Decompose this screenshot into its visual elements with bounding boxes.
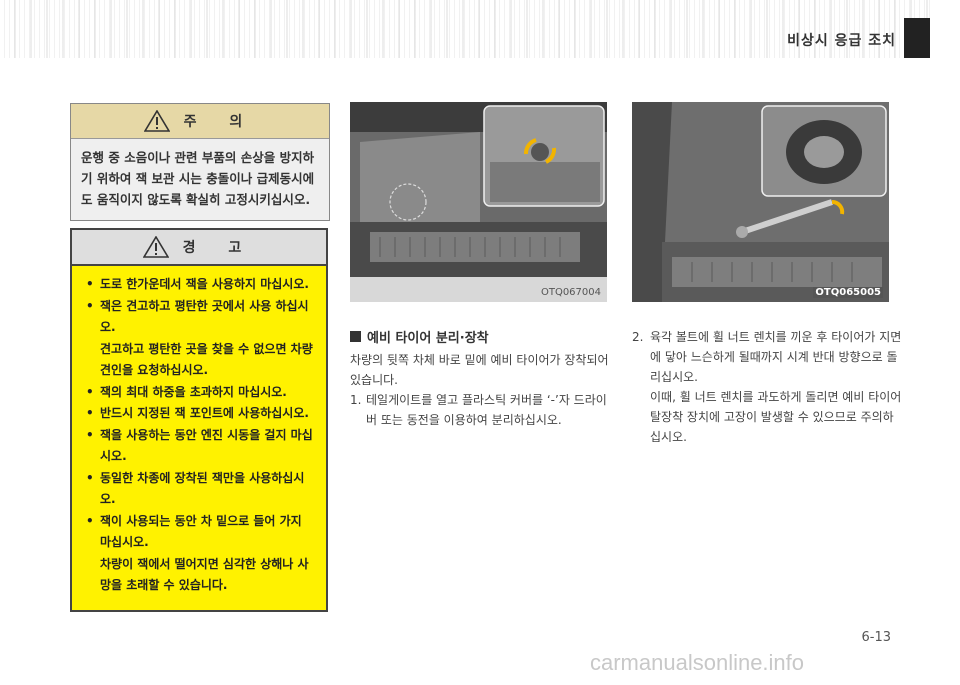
figure-code: OTQ067004 [540, 287, 601, 298]
step-number: 2. [632, 330, 644, 344]
warning-item: • 도로 한가운데서 잭을 사용하지 마십시오. [86, 277, 309, 291]
warning-triangle-icon [142, 236, 169, 258]
section-title: 예비 타이어 분리·장착 [367, 331, 489, 346]
figure-trunk-cover: OTQ067004 [350, 102, 607, 302]
warning-triangle-icon [143, 110, 170, 132]
spare-tire-illustration [632, 102, 889, 302]
warning-item: • 반드시 지정된 잭 포인트에 사용하십시오. [86, 406, 309, 420]
caution-box: 주 의 운행 중 소음이나 관련 부품의 손상을 방지하기 위하여 잭 보관 시… [70, 103, 330, 221]
figure-spare-tire: OTQ065005 [632, 102, 889, 302]
chapter-tab [904, 18, 930, 58]
warning-item: • 동일한 차종에 장착된 잭만을 사용하십시오. [86, 470, 305, 507]
caution-text: 운행 중 소음이나 관련 부품의 손상을 방지하기 위하여 잭 보관 시는 충돌… [81, 150, 315, 207]
square-bullet-icon [350, 331, 361, 342]
trunk-illustration [350, 102, 607, 302]
chapter-title: 비상시 응급 조치 [787, 33, 896, 49]
header-band: 비상시 응급 조치 [0, 0, 960, 58]
step-number: 1. [350, 393, 362, 407]
warning-header: 경 고 [72, 230, 326, 266]
warning-item: • 잭의 최대 하중을 초과하지 마십시오. [86, 384, 287, 399]
page-number: 6-13 [861, 630, 891, 645]
caution-title: 주 의 [183, 114, 257, 130]
caution-header: 주 의 [71, 104, 329, 139]
warning-item: • 잭은 견고하고 평탄한 곳에서 사용 하십시오. 견고하고 평탄한 곳을 찾을 … [86, 296, 316, 382]
figure-code: OTQ065005 [813, 287, 883, 298]
section-heading: 예비 타이어 분리·장착 [350, 327, 489, 346]
watermark: carmanualsonline.info [590, 650, 805, 675]
step-text: 육각 볼트에 휠 너트 렌치를 끼운 후 타이어가 지면에 닿아 느슨하게 될때… [650, 330, 902, 384]
step-text: 테일게이트를 열고 플라스틱 커버를 ‘-’자 드라이버 또는 동전을 이용하여… [366, 393, 607, 427]
warning-list: • 도로 한가운데서 잭을 사용하지 마십시오. • 잭은 견고하고 평탄한 곳에서… [72, 266, 326, 597]
warning-box: 경 고 • 도로 한가운데서 잭을 사용하지 마십시오. • 잭은 견고하고 평탄한… [70, 228, 328, 612]
step-2: 2. 육각 볼트에 휠 너트 렌치를 끼운 후 타이어가 지면에 닿아 느슨하게… [632, 327, 902, 447]
warning-item: • 잭을 사용하는 동안 엔진 시동을 걸지 마십시오. [86, 427, 313, 464]
warning-subtext: 차량이 잭에서 떨어지면 심각한 상해나 사망을 초래할 수 있습니다. [100, 556, 309, 593]
step-note: 이때, 휠 너트 렌치를 과도하게 돌리면 예비 타이어 탈장착 장치에 고장이… [650, 390, 902, 444]
warning-subtext: 견고하고 평탄한 곳을 찾을 수 없으면 차량견인을 요청하십시오. [100, 341, 313, 378]
section-intro: 차량의 뒷쪽 차체 바로 밑에 예비 타이어가 장착되어 있습니다. [350, 353, 609, 387]
warning-title: 경 고 [182, 240, 256, 256]
warning-item: • 잭이 사용되는 동안 차 밑으로 들어 가지 마십시오. 차량이 잭에서 떨어지… [86, 511, 316, 597]
step-1: 1. 테일게이트를 열고 플라스틱 커버를 ‘-’자 드라이버 또는 동전을 이… [350, 390, 615, 430]
